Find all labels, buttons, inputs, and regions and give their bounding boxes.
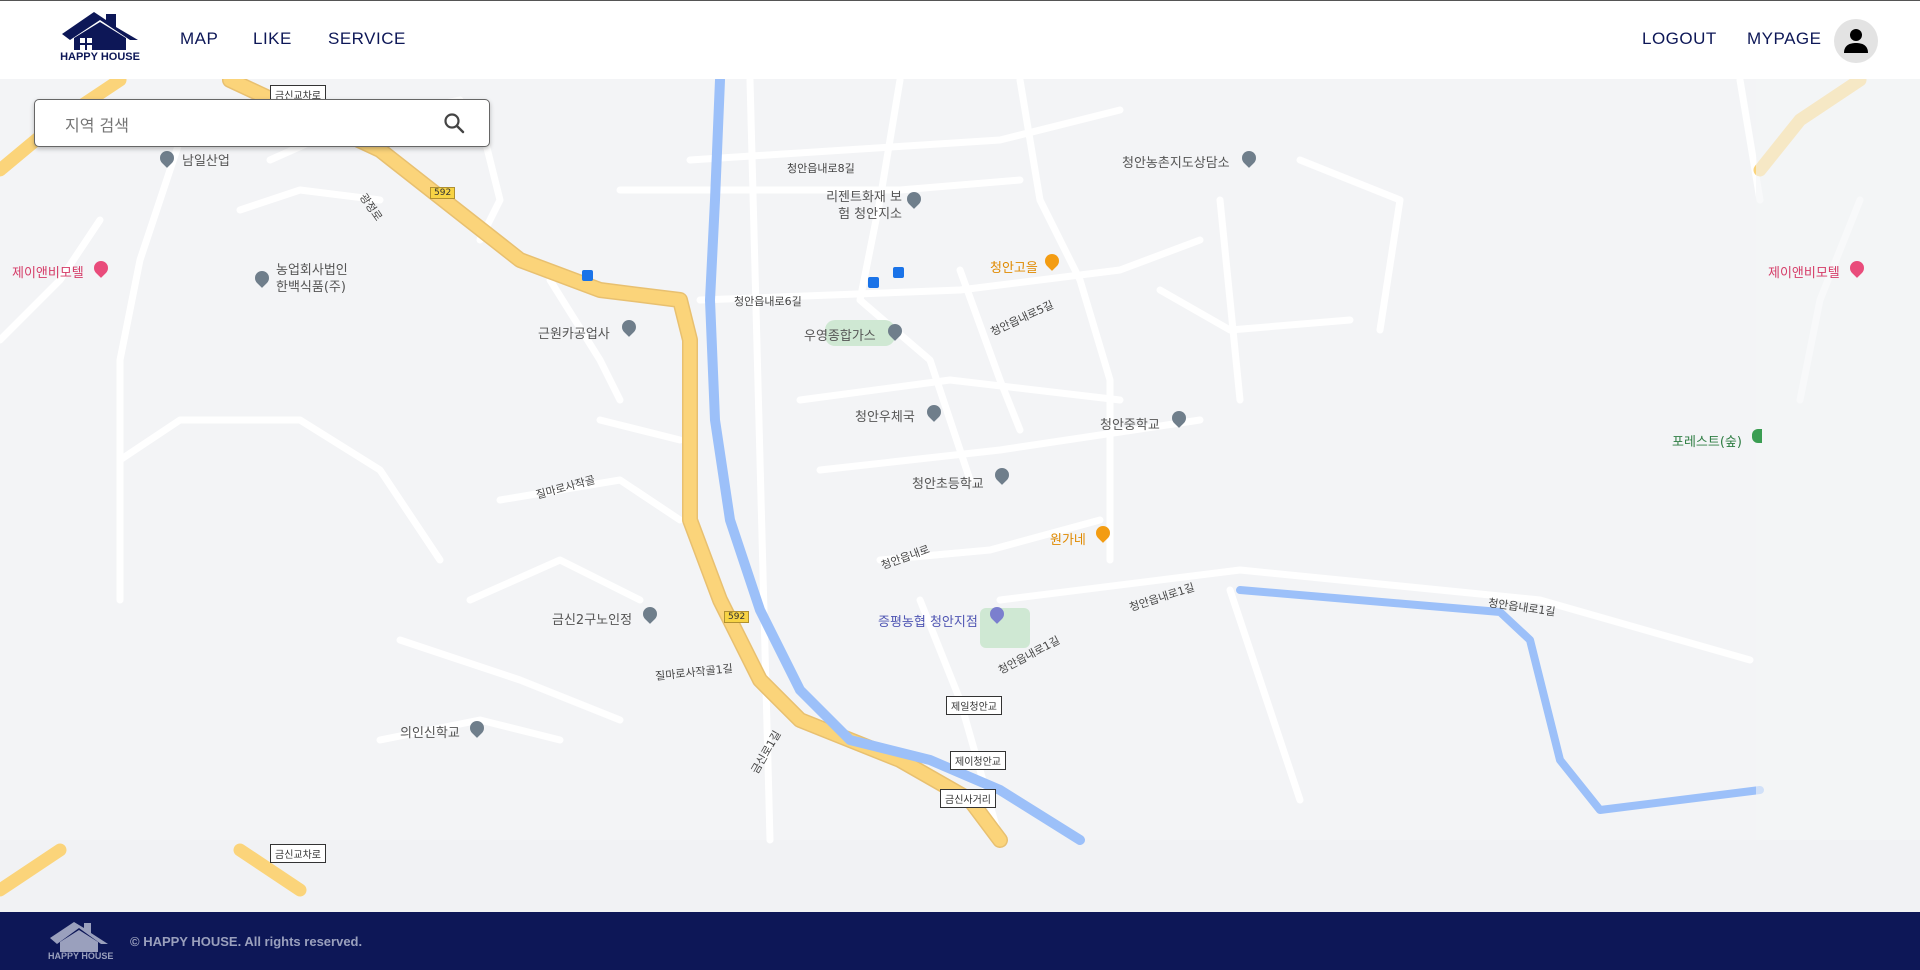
bank-label[interactable]: 증평농협 청안지점 xyxy=(878,611,978,630)
house-logo-icon xyxy=(50,922,108,952)
map-view[interactable]: 금신교차로 금신교차로 남일산업 제이앤비모텔 제이앤비모텔 농업회사법인 한백… xyxy=(0,79,1920,912)
nav-like[interactable]: LIKE xyxy=(253,29,292,49)
happy-house-logo[interactable]: HAPPY HOUSE xyxy=(58,10,142,66)
road-label: 청안읍내로5길 xyxy=(988,298,1056,339)
user-avatar-icon xyxy=(1844,29,1868,53)
road-label: 청안읍내로8길 xyxy=(787,162,855,175)
map-pin-icon[interactable] xyxy=(885,321,905,341)
road-label: 청안읍내로1길 xyxy=(996,633,1063,678)
map-pin-icon[interactable] xyxy=(619,317,639,337)
map-pin-icon[interactable] xyxy=(252,268,272,288)
hotel-pin-icon[interactable] xyxy=(1847,258,1867,278)
nav-logout[interactable]: LOGOUT xyxy=(1642,29,1717,49)
road-label: 청안읍내로1길 xyxy=(1127,580,1197,615)
post-office-pin-icon[interactable] xyxy=(924,402,944,422)
restaurant-label[interactable]: 원가네 xyxy=(1050,529,1086,548)
route-shield: 592 xyxy=(430,187,456,199)
road-sign-label: 금신교차로 xyxy=(270,844,326,863)
road-sign-label: 금신사거리 xyxy=(940,789,996,808)
search-icon[interactable] xyxy=(443,112,465,134)
school-pin-icon[interactable] xyxy=(992,465,1012,485)
footer-logo-text: HAPPY HOUSE xyxy=(48,951,114,961)
road-label: 청안읍내로6길 xyxy=(734,295,802,308)
road-label: 금신로1길 xyxy=(748,728,784,777)
logo-text: HAPPY HOUSE xyxy=(60,51,140,63)
house-logo-icon xyxy=(62,12,138,50)
poi-label[interactable]: 농업회사법인 한백식품(주) xyxy=(276,262,356,296)
bank-pin-icon[interactable] xyxy=(987,604,1007,624)
road-label: 청안읍내로1길 xyxy=(1487,596,1557,619)
poi-label[interactable]: 의인신학교 xyxy=(400,722,460,741)
poi-label[interactable]: 금신2구노인정 xyxy=(552,609,632,628)
road-sign-label: 제일청안교 xyxy=(946,696,1002,715)
copyright-text: © HAPPY HOUSE. All rights reserved. xyxy=(130,934,363,949)
restaurant-pin-icon[interactable] xyxy=(1093,523,1113,543)
restaurant-pin-icon[interactable] xyxy=(1042,251,1062,271)
map-pin-icon[interactable] xyxy=(157,148,177,168)
road-label: 질마로사작골1길 xyxy=(654,661,734,684)
region-search-input[interactable] xyxy=(63,112,427,138)
poi-label[interactable]: 근원카공업사 xyxy=(538,323,610,342)
road-label: 청안읍내로 xyxy=(879,542,932,573)
school-pin-icon[interactable] xyxy=(1169,408,1189,428)
hotel-label[interactable]: 제이앤비모텔 xyxy=(1768,262,1840,281)
page-footer: HAPPY HOUSE © HAPPY HOUSE. All rights re… xyxy=(0,912,1920,970)
hotel-label[interactable]: 제이앤비모텔 xyxy=(12,262,84,281)
map-pin-icon[interactable] xyxy=(467,718,487,738)
user-avatar[interactable] xyxy=(1834,19,1878,63)
bus-stop-icon[interactable] xyxy=(582,270,593,281)
poi-label[interactable]: 남일산업 xyxy=(182,150,230,169)
poi-label[interactable]: 리젠트화재 보험 청안지소 xyxy=(818,189,902,223)
restaurant-label[interactable]: 청안고을 xyxy=(990,257,1038,276)
school-label[interactable]: 청안중학교 xyxy=(1100,414,1160,433)
hotel-pin-icon[interactable] xyxy=(91,258,111,278)
poi-label[interactable]: 청안농촌지도상담소 xyxy=(1122,152,1230,171)
map-pin-icon[interactable] xyxy=(904,189,924,209)
road-label: 광정로 xyxy=(356,191,385,224)
region-search-box[interactable] xyxy=(34,99,490,147)
poi-label[interactable]: 우영종합가스 xyxy=(804,325,876,344)
nav-service[interactable]: SERVICE xyxy=(328,29,406,49)
nav-mypage[interactable]: MYPAGE xyxy=(1747,29,1821,49)
route-shield: 592 xyxy=(724,611,750,623)
nav-map[interactable]: MAP xyxy=(180,29,218,49)
school-label[interactable]: 청안초등학교 xyxy=(912,473,984,492)
poi-label[interactable]: 청안우체국 xyxy=(855,406,915,425)
park-label[interactable]: 포레스트(숲) xyxy=(1672,431,1742,450)
map-pin-icon[interactable] xyxy=(640,604,660,624)
road-label: 질마로사작골 xyxy=(534,473,597,502)
map-pin-icon[interactable] xyxy=(1239,148,1259,168)
top-navbar: HAPPY HOUSE MAP LIKE SERVICE LOGOUT MYPA… xyxy=(0,0,1920,79)
bus-stop-icon[interactable] xyxy=(893,267,904,278)
park-pin-icon[interactable] xyxy=(1752,429,1762,443)
road-sign-label: 제이청안교 xyxy=(950,751,1006,770)
bus-stop-icon[interactable] xyxy=(868,277,879,288)
